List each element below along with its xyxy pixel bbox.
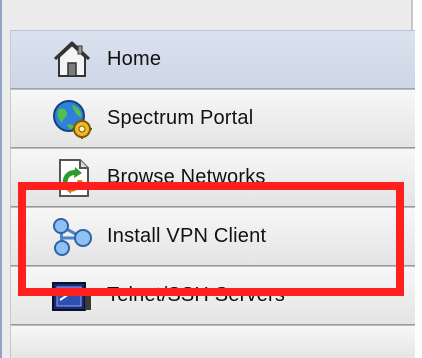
terminal-icon xyxy=(47,271,97,321)
sidebar-item-label: Install VPN Client xyxy=(107,225,267,247)
sidebar-item-browse-networks[interactable]: Browse Networks xyxy=(10,148,415,207)
network-nodes-icon xyxy=(47,212,97,262)
sidebar-item-home[interactable]: Home xyxy=(10,30,415,89)
sidebar-item-empty xyxy=(10,325,415,358)
sidebar-item-label: Telnet/SSH Servers xyxy=(107,284,286,306)
sidebar-item-label: Spectrum Portal xyxy=(107,107,254,129)
sidebar-item-label: Home xyxy=(107,48,162,70)
sidebar-item-label: Browse Networks xyxy=(107,166,266,188)
sidebar-item-telnet-ssh-servers[interactable]: Telnet/SSH Servers xyxy=(10,266,415,325)
home-icon xyxy=(47,35,97,85)
globe-gear-icon xyxy=(47,94,97,144)
sidebar-nav: Home Spectrum Portal Browse Networks Ins… xyxy=(10,30,415,358)
sidebar-screenshot: Home Spectrum Portal Browse Networks Ins… xyxy=(0,0,422,358)
refresh-document-icon xyxy=(47,153,97,203)
sidebar-panel: Home Spectrum Portal Browse Networks Ins… xyxy=(0,0,415,358)
sidebar-item-install-vpn-client[interactable]: Install VPN Client xyxy=(10,207,415,266)
sidebar-item-spectrum-portal[interactable]: Spectrum Portal xyxy=(10,89,415,148)
